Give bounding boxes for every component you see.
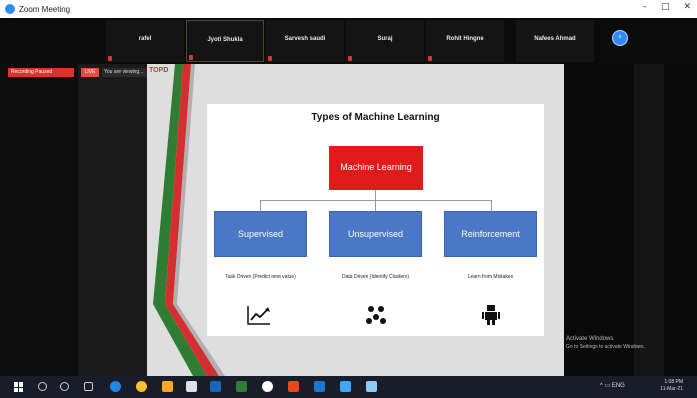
- participant-tile[interactable]: rafel: [106, 20, 184, 62]
- app-icon[interactable]: [366, 381, 377, 392]
- presentation-slide: Types of Machine Learning Machine Learni…: [207, 104, 544, 336]
- window-titlebar: Zoom Meeting – □ ✕: [0, 0, 697, 18]
- window-title: Zoom Meeting: [19, 4, 71, 14]
- store-icon[interactable]: [186, 381, 197, 392]
- photos-icon[interactable]: [340, 381, 351, 392]
- supervised-description: Task Driven (Predict next value): [225, 274, 296, 280]
- task-view-icon[interactable]: [84, 382, 93, 391]
- clock-time: 1:08 PM: [664, 379, 683, 385]
- participant-tile[interactable]: Rohit Hingne: [426, 20, 504, 62]
- mic-muted-icon: [348, 56, 352, 61]
- windows-taskbar: ^ ▭ ENG 1:08 PM 11-Mar-21: [0, 376, 697, 398]
- brand-logo: TOPD: [149, 67, 169, 74]
- connector-line: [375, 190, 376, 200]
- chevron-right-icon: ›: [618, 32, 622, 42]
- unsupervised-description: Data Driven (Identify Clusters): [342, 274, 409, 280]
- mail-icon[interactable]: [210, 381, 221, 392]
- chevron-up-icon[interactable]: ^: [600, 383, 603, 389]
- watermark-subtitle: Go to Settings to activate Windows.: [566, 343, 645, 350]
- right-panel-strip: [634, 64, 664, 376]
- participant-name: Sarvesh saudi: [284, 36, 326, 42]
- participant-name: Rohit Hingne: [446, 36, 484, 42]
- reinforcement-description: Learn from Mistakes: [467, 274, 514, 280]
- unsupervised-box: Unsupervised: [329, 211, 422, 257]
- participant-tile-active-speaker[interactable]: Jyoti Shukla: [186, 20, 264, 62]
- maximize-button[interactable]: □: [661, 2, 670, 12]
- clusters-icon: [366, 306, 386, 324]
- gallery-next-button[interactable]: ›: [612, 30, 628, 46]
- file-explorer-icon[interactable]: [162, 381, 173, 392]
- minimize-button[interactable]: –: [642, 2, 647, 12]
- mic-muted-icon: [189, 55, 193, 60]
- windows-start-icon[interactable]: [14, 382, 24, 392]
- camera-icon[interactable]: [262, 381, 273, 392]
- system-tray[interactable]: ^ ▭ ENG: [600, 382, 625, 389]
- powerpoint-icon[interactable]: [288, 381, 299, 392]
- participant-tile[interactable]: Nafees Ahmad: [516, 20, 594, 62]
- participant-tile[interactable]: Sarvesh saudi: [266, 20, 344, 62]
- clock[interactable]: 1:08 PM 11-Mar-21: [660, 379, 683, 393]
- mic-muted-icon: [428, 56, 432, 61]
- trend-chart-icon: [247, 306, 270, 325]
- window-controls: – □ ✕: [642, 2, 691, 12]
- left-panel: [0, 64, 78, 376]
- mic-muted-icon: [108, 56, 112, 61]
- connector-line: [375, 200, 376, 211]
- activate-windows-watermark: Activate Windows Go to Settings to activ…: [566, 336, 645, 350]
- watermark-title: Activate Windows: [566, 336, 614, 342]
- participant-tile[interactable]: Suraj: [346, 20, 424, 62]
- close-button[interactable]: ✕: [683, 2, 691, 12]
- participant-name: Suraj: [377, 36, 393, 42]
- chrome-icon[interactable]: [136, 381, 147, 392]
- connector-line: [491, 200, 492, 211]
- view-options-dropdown[interactable]: You are viewing...: [102, 68, 147, 77]
- reinforcement-box: Reinforcement: [444, 211, 537, 257]
- right-panel: [564, 64, 697, 376]
- edge-icon[interactable]: [110, 381, 121, 392]
- machine-learning-box: Machine Learning: [329, 146, 423, 190]
- robot-icon: [482, 305, 500, 325]
- language-indicator[interactable]: ENG: [612, 383, 625, 389]
- participant-name: rafel: [138, 36, 152, 42]
- live-badge[interactable]: LIVE: [81, 68, 99, 77]
- cortana-icon[interactable]: [60, 382, 69, 391]
- connector-line: [260, 200, 261, 211]
- mic-muted-icon: [268, 56, 272, 61]
- recording-status-badge[interactable]: Recording Paused: [8, 68, 74, 77]
- zoom-app-icon: [5, 4, 15, 14]
- battery-icon[interactable]: ▭: [605, 383, 611, 389]
- zoom-taskbar-icon[interactable]: [314, 381, 325, 392]
- slide-title: Types of Machine Learning: [311, 112, 440, 123]
- participant-gallery: rafel Jyoti Shukla Sarvesh saudi Suraj R…: [0, 18, 697, 64]
- search-icon[interactable]: [38, 382, 47, 391]
- participant-name: Nafees Ahmad: [534, 36, 576, 42]
- participant-name: Jyoti Shukla: [207, 37, 243, 43]
- clock-date: 11-Mar-21: [660, 386, 683, 392]
- excel-icon[interactable]: [236, 381, 247, 392]
- shared-screen: TOPD Types of Machine Learning Machine L…: [147, 64, 564, 376]
- supervised-box: Supervised: [214, 211, 307, 257]
